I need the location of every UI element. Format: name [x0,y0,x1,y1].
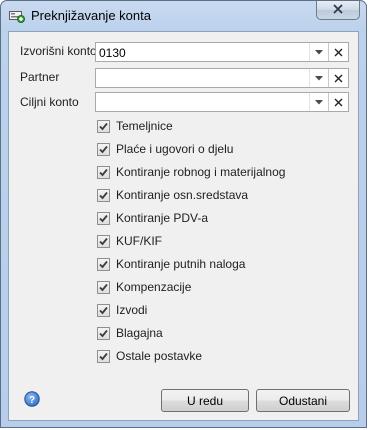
partner-clear-button[interactable] [328,69,348,87]
checkbox-label: Kompenzacije [116,280,192,294]
chevron-down-icon [315,75,323,80]
checkbox-box[interactable] [97,119,110,133]
checkmark-icon [99,214,108,222]
checkbox-label: Plaće i ugovori o djelu [116,142,234,156]
checkbox-box[interactable] [97,188,110,202]
checkbox-pdv[interactable]: Kontiranje PDV-a [97,210,208,226]
checkbox-box[interactable] [97,234,110,248]
cancel-button[interactable]: Odustani [256,389,350,412]
checkbox-label: Kontiranje putnih naloga [116,257,246,271]
checkbox-label: Kontiranje PDV-a [116,211,209,225]
checkbox-box[interactable] [97,257,110,271]
help-icon[interactable]: ? [24,391,40,407]
target-account-label: Ciljni konto [20,95,79,109]
source-account-label: Izvorišni konto [20,44,97,58]
source-account-value: 0130 [99,46,126,60]
clear-x-icon [334,74,343,82]
chevron-down-icon [315,99,323,104]
checkbox-kuf-kif[interactable]: KUF/KIF [97,233,162,249]
checkmark-icon [99,122,108,130]
checkbox-box[interactable] [97,211,110,225]
svg-text:?: ? [29,395,35,406]
checkbox-box[interactable] [97,165,110,179]
checkmark-icon [99,168,108,176]
close-icon [333,3,343,17]
target-account-dropdown-button[interactable] [309,93,328,111]
checkbox-osn-sredstva[interactable]: Kontiranje osn.sredstava [97,187,248,203]
title-bar[interactable]: Preknjižavanje konta [1,1,366,31]
ok-button[interactable]: U redu [161,389,249,412]
checkbox-robno[interactable]: Kontiranje robnog i materijalnog [97,164,285,180]
checkbox-box[interactable] [97,349,110,363]
checkbox-temeljnice[interactable]: Temeljnice [97,118,173,134]
checkmark-icon [99,260,108,268]
chevron-down-icon [315,49,323,54]
checkbox-label: Blagajna [116,326,163,340]
partner-dropdown-button[interactable] [309,69,328,87]
checkmark-icon [99,237,108,245]
checkmark-icon [99,352,108,360]
checkbox-label: Izvodi [116,303,148,317]
source-account-dropdown-button[interactable] [309,43,328,61]
dialog-content: Izvorišni konto 0130 Partner Ciljni kont… [8,31,359,421]
checkbox-place[interactable]: Plaće i ugovori o djelu [97,141,233,157]
checkbox-label: Kontiranje robnog i materijalnog [116,165,286,179]
checkmark-icon [99,283,108,291]
source-account-field[interactable]: 0130 [95,42,349,62]
checkbox-label: KUF/KIF [116,234,163,248]
target-account-clear-button[interactable] [328,93,348,111]
checkbox-box[interactable] [97,303,110,317]
checkbox-label: Ostale postavke [116,349,203,363]
partner-field[interactable] [95,68,349,88]
app-icon [9,9,25,23]
clear-x-icon [334,98,343,106]
close-button[interactable] [316,1,360,20]
checkbox-kompenzacije[interactable]: Kompenzacije [97,279,191,295]
checkbox-box[interactable] [97,326,110,340]
checkmark-icon [99,191,108,199]
clear-x-icon [334,48,343,56]
checkbox-blagajna[interactable]: Blagajna [97,325,163,341]
checkmark-icon [99,306,108,314]
source-account-clear-button[interactable] [328,43,348,61]
checkbox-box[interactable] [97,280,110,294]
checkbox-izvodi[interactable]: Izvodi [97,302,147,318]
checkbox-ostale-postavke[interactable]: Ostale postavke [97,348,202,364]
target-account-field[interactable] [95,92,349,112]
checkmark-icon [99,329,108,337]
checkmark-icon [99,145,108,153]
dialog-window: Preknjižavanje konta Izvorišni konto 013… [0,0,367,428]
partner-label: Partner [20,70,60,84]
checkbox-label: Kontiranje osn.sredstava [116,188,249,202]
checkbox-box[interactable] [97,142,110,156]
checkbox-putni-nalozi[interactable]: Kontiranje putnih naloga [97,256,245,272]
checkbox-label: Temeljnice [116,119,173,133]
window-title: Preknjižavanje konta [31,8,151,23]
